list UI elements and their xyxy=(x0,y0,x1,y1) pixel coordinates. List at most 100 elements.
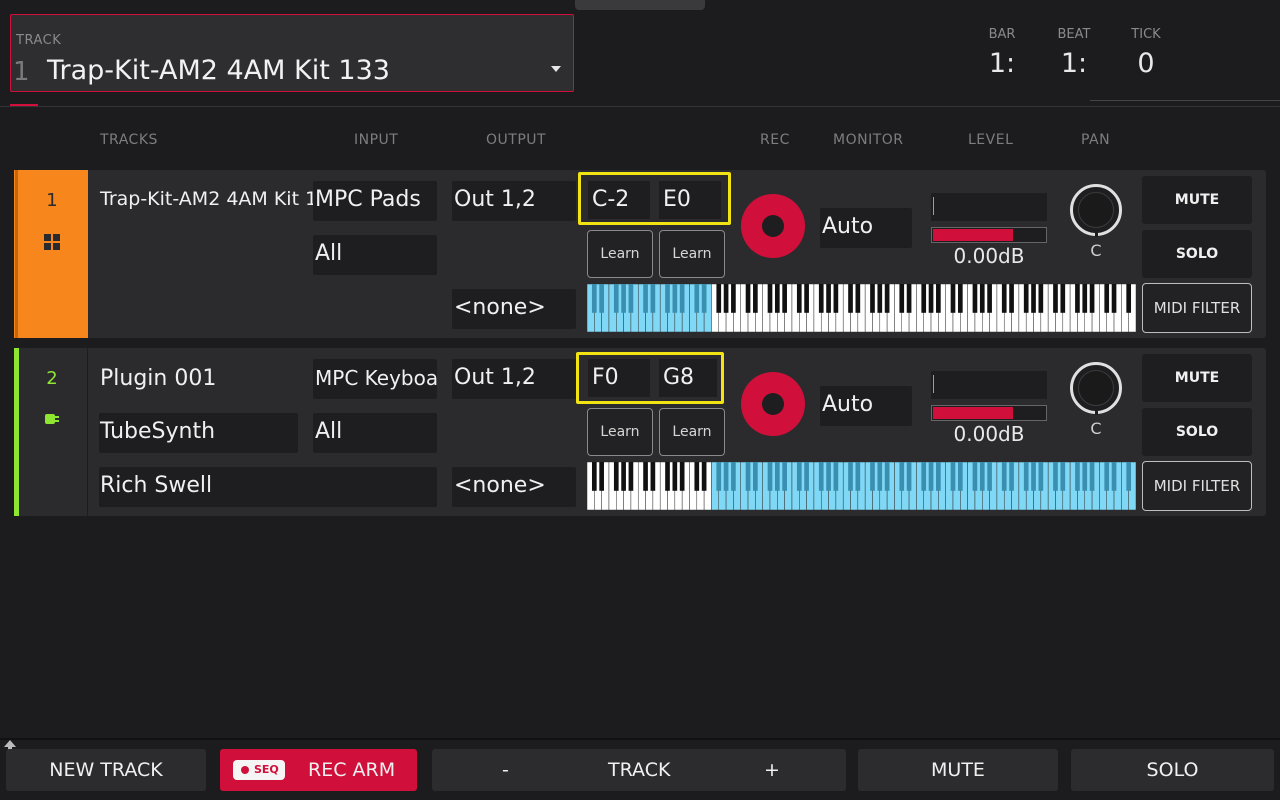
track-1-black-key[interactable] xyxy=(1060,284,1066,313)
track-selector[interactable]: TRACK 1 Trap-Kit-AM2 4AM Kit 133 xyxy=(10,14,574,92)
track-2-black-key[interactable] xyxy=(1001,462,1007,491)
track-1-black-key[interactable] xyxy=(621,284,626,313)
track-1-black-key[interactable] xyxy=(1126,284,1132,313)
track-2-black-key[interactable] xyxy=(818,462,824,491)
track-1-black-key[interactable] xyxy=(1082,284,1088,313)
track-2-black-key[interactable] xyxy=(628,462,634,491)
track-2-black-key[interactable] xyxy=(672,462,678,491)
track-1-black-key[interactable] xyxy=(957,284,963,313)
track-1-mute-button[interactable]: MUTE xyxy=(1142,176,1252,224)
track-1-black-key[interactable] xyxy=(1038,284,1044,313)
track-1-black-key[interactable] xyxy=(899,284,905,313)
track-1-black-key[interactable] xyxy=(1009,284,1014,313)
rec-arm-button[interactable]: SEQ REC ARM xyxy=(220,749,417,791)
track-2-black-key[interactable] xyxy=(767,462,773,491)
new-track-button[interactable]: NEW TRACK xyxy=(6,749,206,791)
track-1-black-key[interactable] xyxy=(1053,284,1058,313)
track-2-black-key[interactable] xyxy=(613,462,619,491)
track-1-learn-high-button[interactable]: Learn xyxy=(659,230,725,278)
track-2-black-key[interactable] xyxy=(643,462,648,491)
track-1-black-key[interactable] xyxy=(591,284,597,313)
track-2-black-key[interactable] xyxy=(1031,462,1036,491)
track-1-input[interactable]: MPC Pads xyxy=(313,181,437,221)
track-2-black-key[interactable] xyxy=(716,462,722,491)
track-2-black-key[interactable] xyxy=(1089,462,1095,491)
track-1-pan-knob[interactable] xyxy=(1070,184,1122,237)
track-2-black-key[interactable] xyxy=(723,462,729,491)
track-1-black-key[interactable] xyxy=(950,284,956,313)
track-nav-button[interactable]: - TRACK + xyxy=(432,749,846,791)
solo-mode-button[interactable]: SOLO xyxy=(1071,749,1274,791)
track-2-black-key[interactable] xyxy=(833,462,839,491)
track-2-black-key[interactable] xyxy=(1023,462,1029,491)
track-2-black-key[interactable] xyxy=(906,462,912,491)
track-1-black-key[interactable] xyxy=(694,284,700,313)
track-2-black-key[interactable] xyxy=(745,462,751,491)
track-1-black-key[interactable] xyxy=(679,284,685,313)
track-1-black-key[interactable] xyxy=(1023,284,1029,313)
track-2-monitor[interactable]: Auto xyxy=(820,386,912,426)
track-1-black-key[interactable] xyxy=(1089,284,1095,313)
track-1-black-key[interactable] xyxy=(650,284,656,313)
track-1-black-key[interactable] xyxy=(796,284,802,313)
track-2-midi-filter-button[interactable]: MIDI FILTER xyxy=(1142,461,1252,511)
track-2-black-key[interactable] xyxy=(957,462,963,491)
track-1-black-key[interactable] xyxy=(877,284,883,313)
track-2-name[interactable]: Plugin 001 xyxy=(100,366,216,391)
track-1-black-key[interactable] xyxy=(731,284,736,313)
track-1-black-key[interactable] xyxy=(928,284,934,313)
track-1-black-key[interactable] xyxy=(767,284,773,313)
track-1-name[interactable]: Trap-Kit-AM2 4AM Kit 133 xyxy=(100,188,341,210)
track-2-black-key[interactable] xyxy=(599,462,604,491)
track-1-midi-out[interactable]: <none> xyxy=(452,289,576,329)
track-1-rec-arm-button[interactable] xyxy=(741,194,805,258)
track-1-monitor[interactable]: Auto xyxy=(820,208,912,248)
track-1-black-key[interactable] xyxy=(833,284,839,313)
track-1-black-key[interactable] xyxy=(979,284,985,313)
track-1-black-key[interactable] xyxy=(906,284,912,313)
track-2-black-key[interactable] xyxy=(979,462,985,491)
track-2-black-key[interactable] xyxy=(848,462,853,491)
track-1-black-key[interactable] xyxy=(613,284,619,313)
track-2-keyboard[interactable] xyxy=(587,462,1136,510)
track-1-solo-button[interactable]: SOLO xyxy=(1142,230,1252,278)
track-2-black-key[interactable] xyxy=(877,462,883,491)
track-2-pan-knob[interactable] xyxy=(1070,362,1122,415)
track-2-black-key[interactable] xyxy=(987,462,992,491)
track-2-black-key[interactable] xyxy=(1111,462,1117,491)
track-1-black-key[interactable] xyxy=(753,284,758,313)
track-1-black-key[interactable] xyxy=(745,284,751,313)
track-2-black-key[interactable] xyxy=(826,462,831,491)
track-1-black-key[interactable] xyxy=(855,284,861,313)
track-2-black-key[interactable] xyxy=(753,462,758,491)
track-2-black-key[interactable] xyxy=(1126,462,1132,491)
track-1-black-key[interactable] xyxy=(870,284,875,313)
track-2-channel[interactable]: All xyxy=(313,413,437,453)
track-2-black-key[interactable] xyxy=(796,462,802,491)
track-2-black-key[interactable] xyxy=(950,462,956,491)
track-1-black-key[interactable] xyxy=(723,284,729,313)
track-1-black-key[interactable] xyxy=(1001,284,1007,313)
track-2-black-key[interactable] xyxy=(1009,462,1014,491)
bar-value[interactable]: 1: xyxy=(972,48,1032,79)
track-1-black-key[interactable] xyxy=(818,284,824,313)
track-1-black-key[interactable] xyxy=(804,284,809,313)
track-next-button[interactable]: + xyxy=(764,749,780,791)
track-1-channel[interactable]: All xyxy=(313,235,437,275)
track-2-black-key[interactable] xyxy=(804,462,809,491)
track-1-black-key[interactable] xyxy=(716,284,722,313)
track-1-black-key[interactable] xyxy=(665,284,670,313)
track-1-black-key[interactable] xyxy=(921,284,927,313)
track-2-black-key[interactable] xyxy=(936,462,941,491)
track-2-black-key[interactable] xyxy=(855,462,861,491)
track-2-black-key[interactable] xyxy=(731,462,736,491)
top-tab-handle[interactable] xyxy=(575,0,705,10)
track-1-learn-low-button[interactable]: Learn xyxy=(587,230,653,278)
track-1-black-key[interactable] xyxy=(672,284,678,313)
track-2-learn-low-button[interactable]: Learn xyxy=(587,408,653,456)
track-2-mute-button[interactable]: MUTE xyxy=(1142,354,1252,402)
track-2-black-key[interactable] xyxy=(899,462,905,491)
track-2-black-key[interactable] xyxy=(665,462,670,491)
track-2-black-key[interactable] xyxy=(870,462,875,491)
track-2-level-slider[interactable] xyxy=(931,405,1047,421)
